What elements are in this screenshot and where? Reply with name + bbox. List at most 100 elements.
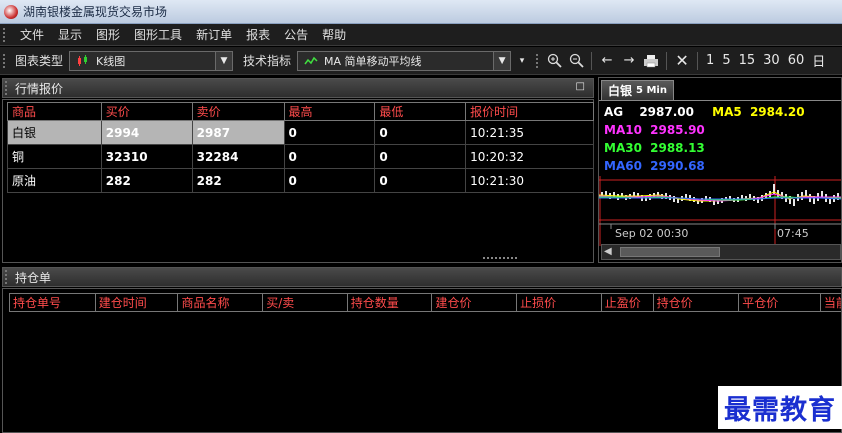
menu-file[interactable]: 文件 (13, 26, 51, 43)
chart-price: 2987.00 (639, 105, 694, 119)
col-high[interactable]: 最高 (283, 102, 376, 121)
positions-table: 持仓单号 建仓时间 商品名称 买/卖 持仓数量 建仓价 止损价 止盈价 持仓价 … (9, 293, 841, 312)
menu-chart[interactable]: 图形 (89, 26, 127, 43)
menu-help[interactable]: 帮助 (315, 26, 353, 43)
menu-reports[interactable]: 报表 (239, 26, 277, 43)
col-quote-time[interactable]: 报价时间 (465, 102, 594, 121)
col-open-time[interactable]: 建仓时间 (94, 293, 179, 312)
toolbar: 图表类型 K线图 ▼ 技术指标 MA 简单移动平均线 ▼ ▾ ← → ✕ 1 5… (0, 47, 842, 75)
ma30-label: MA30 (604, 141, 642, 155)
menu-announcements[interactable]: 公告 (277, 26, 315, 43)
chart-scrollbar[interactable]: ◀ (601, 244, 841, 260)
col-bid[interactable]: 买价 (100, 102, 193, 121)
chart-symbol: AG (604, 105, 624, 119)
chevron-down-icon[interactable]: ▼ (215, 51, 233, 70)
cell-ask: 2987 (191, 120, 285, 145)
ma60-value: 2990.68 (650, 159, 705, 173)
toolbar-grip[interactable] (536, 53, 540, 68)
col-quantity[interactable]: 持仓数量 (346, 293, 433, 312)
ma5-label: MA5 (712, 105, 742, 119)
arrow-right-icon[interactable]: → (620, 50, 638, 72)
line-indicator-icon (304, 56, 318, 64)
scroll-left-icon[interactable]: ◀ (604, 246, 612, 257)
quotes-table: 商品 买价 卖价 最高 最低 报价时间 白银 2994 2987 0 0 10:… (7, 102, 594, 193)
cell-product: 铜 (7, 144, 102, 169)
col-stop-loss[interactable]: 止损价 (516, 293, 602, 312)
period-5[interactable]: 5 (718, 53, 734, 68)
period-1[interactable]: 1 (702, 53, 718, 68)
toolbar-separator (591, 51, 593, 70)
window-title: 湖南银楼金属现货交易市场 (23, 5, 168, 19)
table-row[interactable]: 原油 282 282 0 0 10:21:30 (7, 168, 594, 193)
indicator-value: MA 简单移动平均线 (324, 54, 422, 68)
cell-high: 0 (283, 120, 376, 145)
tab-divider (599, 100, 841, 101)
ma60-line (599, 197, 841, 200)
menu-view[interactable]: 显示 (51, 26, 89, 43)
positions-panel-title: 持仓单 (15, 270, 52, 285)
arrow-left-icon[interactable]: ← (598, 50, 616, 72)
crosshair-off-icon[interactable]: ✕ (673, 50, 691, 72)
cell-bid: 32310 (100, 144, 193, 169)
cell-ask: 282 (191, 168, 285, 193)
menu-chart-tools[interactable]: 图形工具 (127, 26, 189, 43)
table-row[interactable]: 铜 32310 32284 0 0 10:20:32 (7, 144, 594, 169)
candlestick-icon (78, 54, 88, 66)
zoom-in-icon[interactable] (545, 50, 563, 72)
cell-high: 0 (283, 144, 376, 169)
indicator-select[interactable]: MA 简单移动平均线 ▼ (297, 50, 512, 71)
ma10-label: MA10 (604, 123, 642, 137)
cell-ask: 32284 (191, 144, 285, 169)
table-row[interactable]: 白银 2994 2987 0 0 10:21:35 (7, 120, 594, 145)
quotes-panel: 商品 买价 卖价 最高 最低 报价时间 白银 2994 2987 0 0 10:… (2, 99, 594, 263)
col-position-price[interactable]: 持仓价 (652, 293, 740, 312)
period-15[interactable]: 15 (735, 53, 760, 68)
period-60[interactable]: 60 (784, 53, 809, 68)
col-open-price[interactable]: 建仓价 (431, 293, 518, 312)
positions-header-row: 持仓单号 建仓时间 商品名称 买/卖 持仓数量 建仓价 止损价 止盈价 持仓价 … (9, 293, 841, 312)
col-product-name[interactable]: 商品名称 (177, 293, 264, 312)
toolbar-grip[interactable] (3, 53, 7, 68)
col-ask[interactable]: 卖价 (191, 102, 285, 121)
zoom-out-icon[interactable] (567, 50, 585, 72)
app-icon (4, 4, 18, 19)
chart-type-value: K线图 (96, 54, 126, 68)
toolbar-grip[interactable] (3, 27, 7, 42)
toolbar-overflow-icon[interactable]: ▾ (513, 50, 531, 72)
period-30[interactable]: 30 (759, 53, 784, 68)
maximize-icon[interactable]: □ (576, 81, 585, 92)
chevron-down-icon[interactable]: ▼ (493, 51, 511, 70)
chart-type-label: 图表类型 (15, 54, 64, 68)
col-close-price[interactable]: 平仓价 (738, 293, 821, 312)
menu-new-order[interactable]: 新订单 (189, 26, 239, 43)
cell-product: 原油 (7, 168, 102, 193)
col-product[interactable]: 商品 (7, 102, 102, 121)
splitter-handle[interactable] (483, 257, 517, 260)
chart-tab[interactable]: 白银 5 Min (601, 80, 674, 100)
cell-high: 0 (283, 168, 376, 193)
ma30-value: 2988.13 (650, 141, 705, 155)
scrollbar-thumb[interactable] (620, 247, 720, 257)
cell-bid: 2994 (100, 120, 193, 145)
cell-low: 0 (374, 120, 467, 145)
period-day[interactable]: 日 (808, 51, 829, 70)
print-icon[interactable] (642, 50, 660, 72)
quotes-header-row: 商品 买价 卖价 最高 最低 报价时间 (7, 102, 594, 121)
col-buy-sell[interactable]: 买/卖 (262, 293, 348, 312)
positions-panel-header: 持仓单 (2, 267, 842, 287)
col-low[interactable]: 最低 (374, 102, 467, 121)
cell-time: 10:21:30 (465, 168, 594, 193)
chart-tab-symbol: 白银 (608, 84, 633, 98)
cell-low: 0 (374, 168, 467, 193)
col-position-id[interactable]: 持仓单号 (9, 293, 96, 312)
cell-product: 白银 (7, 120, 102, 145)
price-chart-canvas[interactable]: Sep 02 00:30 07:45 (599, 176, 841, 246)
chart-type-select[interactable]: K线图 ▼ (69, 50, 234, 71)
col-current[interactable]: 当前 (819, 293, 841, 312)
cell-low: 0 (374, 144, 467, 169)
chart-panel: 白银 5 Min AG 2987.00 MA5 2984.20 MA10 298… (598, 77, 842, 263)
col-take-profit[interactable]: 止盈价 (600, 293, 654, 312)
ma10-value: 2985.90 (650, 123, 705, 137)
indicator-label: 技术指标 (243, 54, 292, 68)
menu-bar: 文件 显示 图形 图形工具 新订单 报表 公告 帮助 (0, 24, 842, 46)
